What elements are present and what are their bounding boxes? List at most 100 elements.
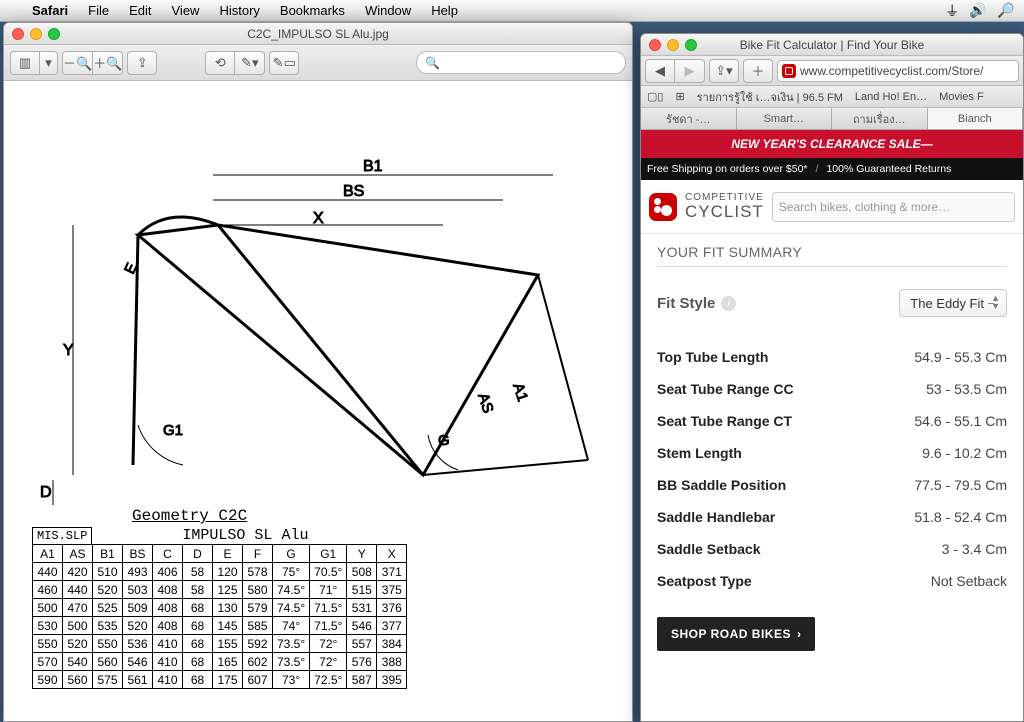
volume-icon[interactable]: 🔊 xyxy=(969,2,986,19)
spotlight-icon[interactable]: 🔍 xyxy=(997,2,1014,19)
edit-button[interactable]: ✎▭ xyxy=(269,51,299,75)
zoom-out-button[interactable]: －🔍 xyxy=(62,51,93,75)
annotate-button[interactable]: ✎▾ xyxy=(235,51,265,75)
sale-banner[interactable]: NEW YEAR'S CLEARANCE SALE— xyxy=(641,130,1023,158)
preview-titlebar[interactable]: C2C_IMPULSO SL Alu.jpg xyxy=(4,23,632,45)
site-name[interactable]: COMPETITIVE CYCLIST xyxy=(685,193,764,220)
fit-summary-panel: YOUR FIT SUMMARY Fit Style i The Eddy Fi… xyxy=(641,234,1023,661)
menu-window[interactable]: Window xyxy=(355,3,421,18)
site-logo-icon[interactable] xyxy=(649,193,677,221)
menu-help[interactable]: Help xyxy=(421,3,468,18)
bookmarks-bar: ▢▯ ⊞ รายการรู้ใช้ เ…จเงิน | 96.5 FM Land… xyxy=(641,86,1023,108)
measure-label: BB Saddle Position xyxy=(657,477,786,493)
dim-X: X xyxy=(313,210,324,227)
measure-label: Top Tube Length xyxy=(657,349,768,365)
col-header: B1 xyxy=(93,545,123,563)
window-title: C2C_IMPULSO SL Alu.jpg xyxy=(4,27,632,41)
info-icon[interactable]: i xyxy=(721,296,736,311)
close-button[interactable] xyxy=(12,28,24,40)
bookmark-item[interactable]: รายการรู้ใช้ เ…จเงิน | 96.5 FM xyxy=(697,88,843,106)
menu-edit[interactable]: Edit xyxy=(119,3,161,18)
geometry-table: A1ASB1BSCDEFGG1YX 4404205104934065812057… xyxy=(32,544,407,689)
measure-row: Seat Tube Range CT54.6 - 55.1 Cm xyxy=(657,405,1007,437)
measure-value: 9.6 - 10.2 Cm xyxy=(922,445,1007,461)
add-button[interactable]: ＋ xyxy=(743,59,773,83)
wifi-icon[interactable]: ⏚ xyxy=(945,1,959,21)
tab[interactable]: รัชดา -… xyxy=(641,108,737,129)
measure-value: 53 - 53.5 Cm xyxy=(926,381,1007,397)
site-header: COMPETITIVE CYCLIST Search bikes, clothi… xyxy=(641,180,1023,234)
page-content: NEW YEAR'S CLEARANCE SALE— Free Shipping… xyxy=(641,130,1023,721)
safari-titlebar[interactable]: Bike Fit Calculator | Find Your Bike xyxy=(641,34,1023,56)
chevron-updown-icon: ▲▼ xyxy=(991,294,1000,310)
menu-file[interactable]: File xyxy=(78,3,119,18)
safari-toolbar: ◀ ▶ ⇪▾ ＋ www.competitivecyclist.com/Stor… xyxy=(641,56,1023,86)
site-search-input[interactable]: Search bikes, clothing & more… xyxy=(772,192,1015,222)
menu-history[interactable]: History xyxy=(209,3,269,18)
tab[interactable]: ถามเรื่อง… xyxy=(832,108,928,129)
favicon-icon xyxy=(782,64,796,78)
bookmark-item[interactable]: Land Ho! En… xyxy=(855,91,927,103)
macos-menubar: Safari File Edit View History Bookmarks … xyxy=(0,0,1024,22)
shop-road-bikes-button[interactable]: SHOP ROAD BIKES › xyxy=(657,617,815,651)
preview-toolbar: ▥ ▾ －🔍 ＋🔍 ⇪ ⟲ ✎▾ ✎▭ 🔍 xyxy=(4,45,632,81)
dim-Y: Y xyxy=(63,342,74,359)
zoom-button[interactable] xyxy=(685,39,697,51)
forward-button[interactable]: ▶ xyxy=(675,59,705,83)
app-menu[interactable]: Safari xyxy=(22,3,78,18)
url-bar[interactable]: www.competitivecyclist.com/Store/ xyxy=(777,60,1019,82)
search-field[interactable]: 🔍 xyxy=(416,51,626,74)
search-icon: 🔍 xyxy=(425,56,440,70)
dim-B1: B1 xyxy=(363,158,383,175)
col-header: A1 xyxy=(33,545,63,563)
top-sites-icon[interactable]: ⊞ xyxy=(675,90,684,103)
search-placeholder: Search bikes, clothing & more… xyxy=(779,200,950,214)
minimize-button[interactable] xyxy=(667,39,679,51)
col-header: G xyxy=(273,545,310,563)
measure-label: Saddle Setback xyxy=(657,541,761,557)
table-row: 5705405605464106816560273.5°72°576388 xyxy=(33,653,407,671)
sidebar-mode-button[interactable]: ▾ xyxy=(40,51,58,75)
share-button[interactable]: ⇪▾ xyxy=(709,59,739,83)
menu-bookmarks[interactable]: Bookmarks xyxy=(270,3,355,18)
tab[interactable]: Bianch xyxy=(928,108,1024,129)
measure-row: Seat Tube Range CC 53 - 53.5 Cm xyxy=(657,373,1007,405)
document-body: B1 BS X Y D F C E G1 G AS A1 Ge xyxy=(4,81,632,721)
col-header: G1 xyxy=(310,545,347,563)
measure-row: Saddle Handlebar51.8 - 52.4 Cm xyxy=(657,501,1007,533)
fit-style-label: Fit Style xyxy=(657,295,715,312)
zoom-in-button[interactable]: ＋🔍 xyxy=(93,51,123,75)
measure-value: 54.9 - 55.3 Cm xyxy=(914,349,1007,365)
dim-BS: BS xyxy=(343,183,364,200)
col-header: F xyxy=(243,545,273,563)
dim-A1: A1 xyxy=(509,381,531,404)
info-banner: Free Shipping on orders over $50* / 100%… xyxy=(641,158,1023,180)
rotate-button[interactable]: ⟲ xyxy=(205,51,235,75)
measure-label: Seat Tube Range CC xyxy=(657,381,794,397)
close-button[interactable] xyxy=(649,39,661,51)
table-row: 5305005355204086814558574°71.5°546377 xyxy=(33,617,407,635)
col-header: AS xyxy=(63,545,93,563)
minimize-button[interactable] xyxy=(30,28,42,40)
measure-row: Saddle Setback 3 - 3.4 Cm xyxy=(657,533,1007,565)
measure-value: 51.8 - 52.4 Cm xyxy=(914,509,1007,525)
sidebar-toggle-button[interactable]: ▥ xyxy=(10,51,40,75)
preview-window: C2C_IMPULSO SL Alu.jpg ▥ ▾ －🔍 ＋🔍 ⇪ ⟲ ✎▾ … xyxy=(3,22,633,722)
safari-window: Bike Fit Calculator | Find Your Bike ◀ ▶… xyxy=(640,33,1024,722)
menu-view[interactable]: View xyxy=(162,3,210,18)
zoom-button[interactable] xyxy=(48,28,60,40)
bookmark-item[interactable]: Movies F xyxy=(939,91,984,103)
reading-list-icon[interactable]: ▢▯ xyxy=(647,90,663,103)
bike-geometry-diagram: B1 BS X Y D F C E G1 G AS A1 xyxy=(12,85,624,505)
fit-style-value: The Eddy Fit xyxy=(910,296,984,311)
col-header: X xyxy=(377,545,407,563)
share-button[interactable]: ⇪ xyxy=(127,51,157,75)
back-button[interactable]: ◀ xyxy=(645,59,675,83)
measure-value: 3 - 3.4 Cm xyxy=(942,541,1007,557)
table-row: 5905605755614106817560773°72.5°587395 xyxy=(33,671,407,689)
col-header: BS xyxy=(123,545,153,563)
fit-style-select[interactable]: The Eddy Fit ▲▼ xyxy=(899,289,1007,317)
measure-label: Seatpost Type xyxy=(657,573,752,589)
tab[interactable]: Smart… xyxy=(737,108,833,129)
frame-name: IMPULSO SL Alu xyxy=(182,527,308,544)
